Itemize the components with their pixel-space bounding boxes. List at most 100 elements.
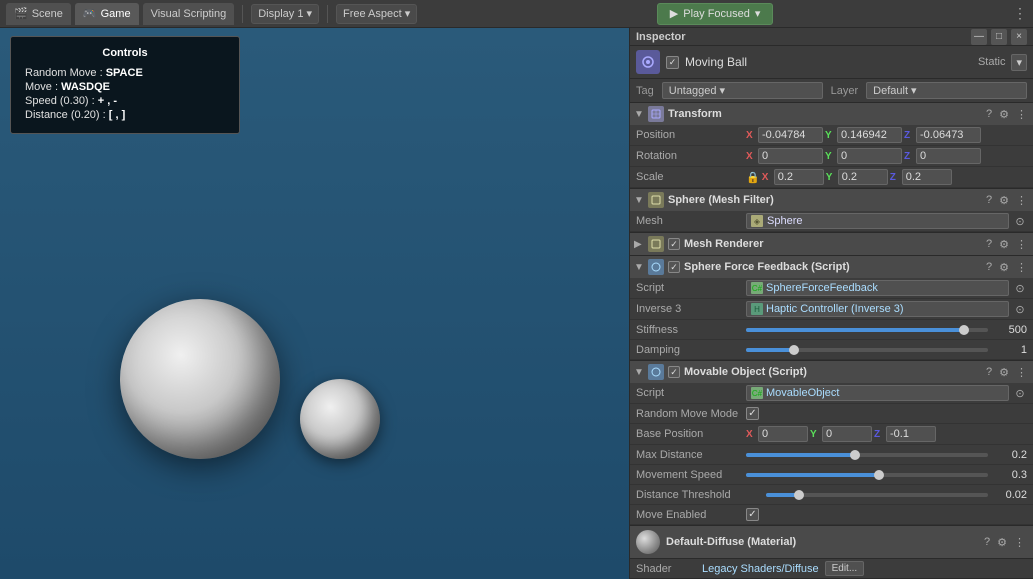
position-z-input[interactable] [916,127,981,143]
movable-object-settings-btn[interactable]: ⚙ [997,366,1011,379]
random-move-checkbox[interactable] [746,407,759,420]
inspector-maximize-btn[interactable]: □ [991,29,1007,45]
mesh-filter-help-btn[interactable]: ? [984,194,994,207]
movable-object-header[interactable]: ▼ Movable Object (Script) ? ⚙ ⋮ [630,361,1033,383]
movement-speed-slider-track[interactable] [746,473,988,477]
transform-help-btn[interactable]: ? [984,108,994,121]
scale-z-input[interactable] [902,169,952,185]
movable-script-icon: C# [751,387,763,399]
sphere-force-settings-btn[interactable]: ⚙ [997,261,1011,274]
sphere-small [300,379,380,459]
transform-header[interactable]: ▼ Transform ? ⚙ ⋮ [630,103,1033,125]
base-pos-z-input[interactable] [886,426,936,442]
scale-y-input[interactable] [838,169,888,185]
sphere-force-header[interactable]: ▼ Sphere Force Feedback (Script) ? ⚙ ⋮ [630,256,1033,278]
mesh-renderer-help-btn[interactable]: ? [984,238,994,251]
shader-edit-btn[interactable]: Edit... [825,561,865,576]
move-enabled-checkbox[interactable] [746,508,759,521]
mesh-renderer-more-btn[interactable]: ⋮ [1014,238,1029,251]
sphere-force-checkbox[interactable] [668,261,680,273]
more-options-icon[interactable]: ⋮ [1013,5,1027,22]
damping-slider-thumb[interactable] [789,345,799,355]
base-pos-y-input[interactable] [822,426,872,442]
mesh-filter-header[interactable]: ▼ Sphere (Mesh Filter) ? ⚙ ⋮ [630,189,1033,211]
inspector-close-btn[interactable]: × [1011,29,1027,45]
tab-visual-scripting[interactable]: Visual Scripting [143,3,235,25]
rotation-y-input[interactable] [837,148,902,164]
sphere-force-help-btn[interactable]: ? [984,261,994,274]
max-distance-slider-track[interactable] [746,453,988,457]
sphere-script-icon: C# [751,282,763,294]
damping-slider-track[interactable] [746,348,988,352]
movable-object-checkbox[interactable] [668,366,680,378]
movable-object-component: ▼ Movable Object (Script) ? ⚙ ⋮ Script C… [630,361,1033,526]
sphere-force-more-btn[interactable]: ⋮ [1014,261,1029,274]
display-dropdown[interactable]: Display 1 ▾ [251,4,319,24]
base-pos-x-label: X [746,429,756,440]
play-focused-button[interactable]: ▶ Play Focused ▾ [657,3,774,25]
position-x-input[interactable] [758,127,823,143]
inverse3-row: Inverse 3 H Haptic Controller (Inverse 3… [630,299,1033,320]
movable-object-more-btn[interactable]: ⋮ [1014,366,1029,379]
mesh-filter-component: ▼ Sphere (Mesh Filter) ? ⚙ ⋮ Mesh ◈ Sphe… [630,189,1033,233]
mesh-renderer-header[interactable]: ▶ Mesh Renderer ? ⚙ ⋮ [630,233,1033,255]
transform-more-btn[interactable]: ⋮ [1014,108,1029,121]
chevron-down-icon-3: ▾ [755,7,761,20]
chevron-down-icon-2: ▾ [405,7,411,20]
movable-script-dot[interactable]: ⊙ [1013,386,1027,400]
movable-script-field[interactable]: C# MovableObject [746,385,1009,401]
tab-game[interactable]: 🎮 Game [75,3,139,25]
sphere-force-chevron: ▼ [634,262,644,273]
distance-threshold-slider-track[interactable] [766,493,988,497]
scale-z-item: Z [890,169,952,185]
mesh-field[interactable]: ◈ Sphere [746,213,1009,229]
distance-key: [ , ] [109,109,126,121]
material-settings-btn[interactable]: ⚙ [995,536,1009,549]
object-icon [636,50,660,74]
tag-dropdown[interactable]: Untagged ▾ [662,82,823,99]
position-y-input[interactable] [837,127,902,143]
tab-scene[interactable]: 🎬 Scene [6,3,71,25]
inspector-minimize-btn[interactable]: — [971,29,987,45]
mesh-dot-btn[interactable]: ⊙ [1013,214,1027,228]
speed-key: + , - [98,95,117,107]
sphere-script-dot[interactable]: ⊙ [1013,281,1027,295]
sphere-script-field[interactable]: C# SphereForceFeedback [746,280,1009,296]
max-distance-slider-thumb[interactable] [850,450,860,460]
control-row-2: Move : WASDQE [25,81,225,93]
movement-speed-slider-thumb[interactable] [874,470,884,480]
rotation-x-input[interactable] [758,148,823,164]
distance-threshold-slider-thumb[interactable] [794,490,804,500]
stiffness-slider-track[interactable] [746,328,988,332]
transform-settings-btn[interactable]: ⚙ [997,108,1011,121]
material-help-btn[interactable]: ? [982,536,992,549]
inspector-header: Inspector — □ × [630,28,1033,46]
inverse3-field[interactable]: H Haptic Controller (Inverse 3) [746,301,1009,317]
object-active-checkbox[interactable] [666,56,679,69]
stiffness-slider-thumb[interactable] [959,325,969,335]
movable-object-icon [648,364,664,380]
scale-x-input[interactable] [774,169,824,185]
static-dropdown[interactable]: ▾ [1011,54,1027,71]
base-pos-x-input[interactable] [758,426,808,442]
damping-value: 1 [992,344,1027,356]
object-name[interactable]: Moving Ball [685,55,972,69]
movable-object-help-btn[interactable]: ? [984,366,994,379]
mesh-filter-settings-btn[interactable]: ⚙ [997,194,1011,207]
position-xyz: X Y Z [746,127,1027,143]
random-move-mode-label: Random Move Mode [636,408,746,420]
mesh-renderer-settings-btn[interactable]: ⚙ [997,238,1011,251]
material-header[interactable]: Default-Diffuse (Material) ? ⚙ ⋮ [630,526,1033,559]
mesh-filter-more-btn[interactable]: ⋮ [1014,194,1029,207]
sphere-force-name: Sphere Force Feedback (Script) [684,261,980,273]
layer-dropdown[interactable]: Default ▾ [866,82,1027,99]
aspect-dropdown[interactable]: Free Aspect ▾ [336,4,417,24]
rotation-z-input[interactable] [916,148,981,164]
mesh-renderer-checkbox[interactable] [668,238,680,250]
game-background: Controls Random Move : SPACE Move : WASD… [0,28,629,579]
mesh-renderer-chevron: ▶ [634,239,644,250]
base-pos-x-item: X [746,426,808,442]
material-more-btn[interactable]: ⋮ [1012,536,1027,549]
inverse3-dot[interactable]: ⊙ [1013,302,1027,316]
control-row-4: Distance (0.20) : [ , ] [25,109,225,121]
